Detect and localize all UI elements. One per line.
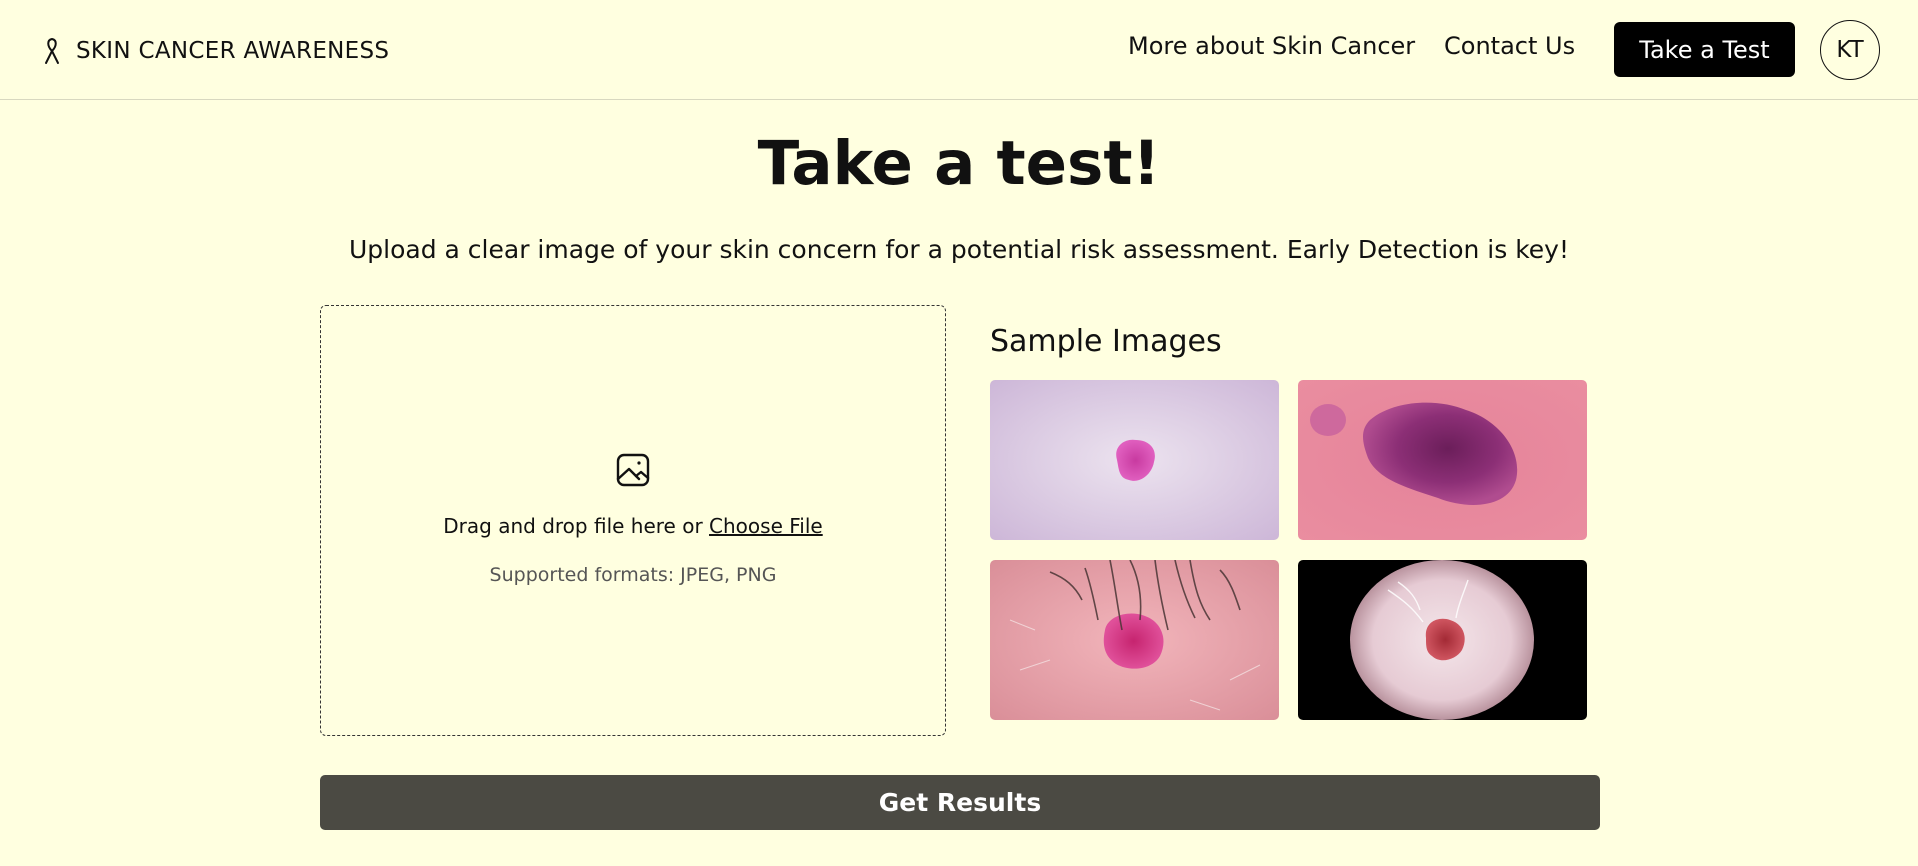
nav-link-more-about-skin-cancer[interactable]: More about Skin Cancer	[1128, 32, 1415, 60]
drag-drop-instructions: Drag and drop file here or Choose File	[321, 514, 945, 538]
choose-file-link[interactable]: Choose File	[709, 514, 823, 538]
page-title: Take a test!	[757, 128, 1161, 199]
user-avatar[interactable]: KT	[1820, 20, 1880, 80]
sample-image-2[interactable]	[1298, 380, 1587, 540]
nav-link-contact-us[interactable]: Contact Us	[1444, 32, 1575, 60]
brand-name: SKIN CANCER AWARENESS	[76, 38, 390, 64]
file-drop-zone[interactable]: Drag and drop file here or Choose File S…	[320, 305, 946, 736]
avatar-initials: KT	[1836, 37, 1864, 63]
sample-image-3[interactable]	[990, 560, 1279, 720]
take-a-test-button[interactable]: Take a Test	[1614, 22, 1795, 77]
brand[interactable]: SKIN CANCER AWARENESS	[42, 34, 389, 68]
get-results-button[interactable]: Get Results	[320, 775, 1600, 830]
drag-drop-text: Drag and drop file here or	[443, 514, 710, 538]
top-navigation-bar: SKIN CANCER AWARENESS More about Skin Ca…	[0, 0, 1918, 100]
page-subtitle: Upload a clear image of your skin concer…	[349, 235, 1569, 264]
supported-formats-text: Supported formats: JPEG, PNG	[489, 564, 777, 586]
sample-image-1[interactable]	[990, 380, 1279, 540]
ribbon-icon	[42, 37, 62, 65]
sample-images-title: Sample Images	[990, 324, 1222, 359]
image-icon	[615, 452, 651, 488]
sample-image-4[interactable]	[1298, 560, 1587, 720]
